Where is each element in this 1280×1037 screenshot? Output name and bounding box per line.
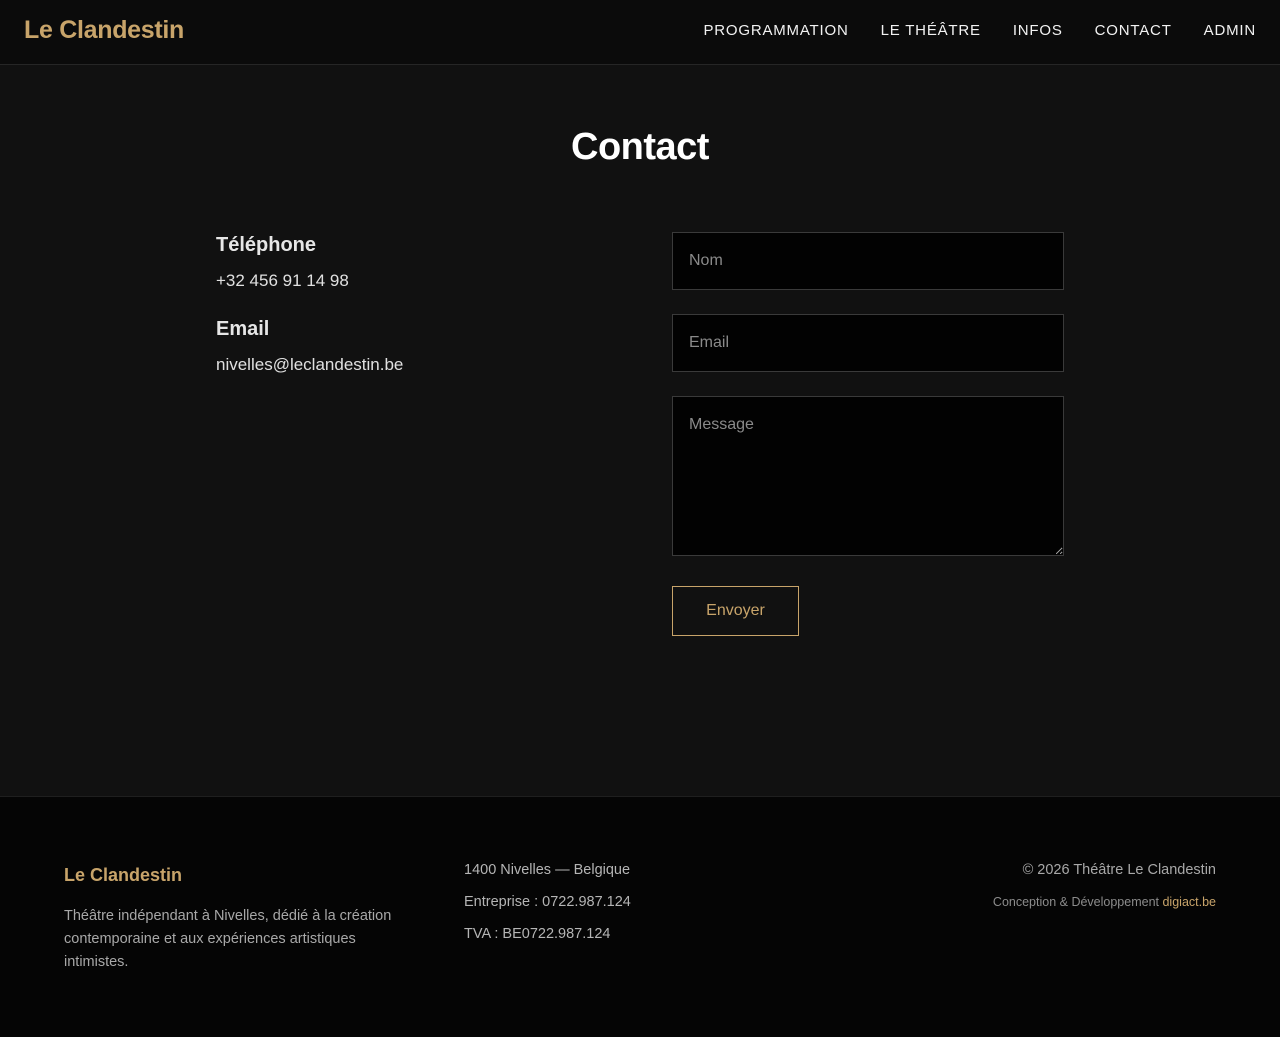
phone-info: Téléphone +32 456 91 14 98	[216, 234, 349, 291]
footer-company-number: Entreprise : 0722.987.124	[464, 894, 631, 910]
footer-credits: Conception & Développement digiact.be	[993, 895, 1216, 909]
nav-link-admin[interactable]: ADMIN	[1204, 22, 1256, 39]
nav-link-le-theatre[interactable]: LE THÉÂTRE	[881, 22, 981, 39]
nav-link-programmation[interactable]: PROGRAMMATION	[703, 22, 848, 39]
send-button[interactable]: Envoyer	[672, 586, 799, 636]
site-footer: Le Clandestin Théâtre indépendant à Nive…	[0, 796, 1280, 1037]
footer-description: Théâtre indépendant à Nivelles, dédié à …	[64, 908, 392, 970]
footer-vat-number: TVA : BE0722.987.124	[464, 926, 611, 942]
nav-link-infos[interactable]: INFOS	[1013, 22, 1063, 39]
footer-credits-block: © 2026 Théâtre Le Clandestin Conception …	[993, 862, 1216, 909]
email-input[interactable]	[672, 314, 1064, 372]
name-input[interactable]	[672, 232, 1064, 290]
footer-brand: Le Clandestin	[64, 865, 183, 885]
email-info: Email nivelles@leclandestin.be	[216, 318, 403, 375]
phone-value: +32 456 91 14 98	[216, 271, 349, 290]
footer-legal-info: 1400 Nivelles — Belgique Entreprise : 07…	[464, 862, 631, 958]
phone-heading: Téléphone	[216, 234, 317, 256]
nav-link-contact[interactable]: CONTACT	[1095, 22, 1172, 39]
credits-prefix: Conception & Développement	[992, 895, 1159, 909]
footer-address: 1400 Nivelles — Belgique	[464, 862, 631, 878]
main-nav: PROGRAMMATION LE THÉÂTRE INFOS CONTACT A…	[703, 22, 1256, 39]
message-textarea[interactable]	[672, 396, 1064, 556]
footer-copyright: © 2026 Théâtre Le Clandestin	[1022, 862, 1216, 878]
credits-link[interactable]: digiact.be	[1162, 895, 1216, 909]
site-logo[interactable]: Le Clandestin	[24, 16, 184, 45]
email-heading: Email	[216, 318, 270, 340]
page-title: Contact	[571, 126, 709, 168]
top-navbar: Le Clandestin PROGRAMMATION LE THÉÂTRE I…	[0, 0, 1280, 65]
email-value: nivelles@leclandestin.be	[216, 355, 404, 374]
